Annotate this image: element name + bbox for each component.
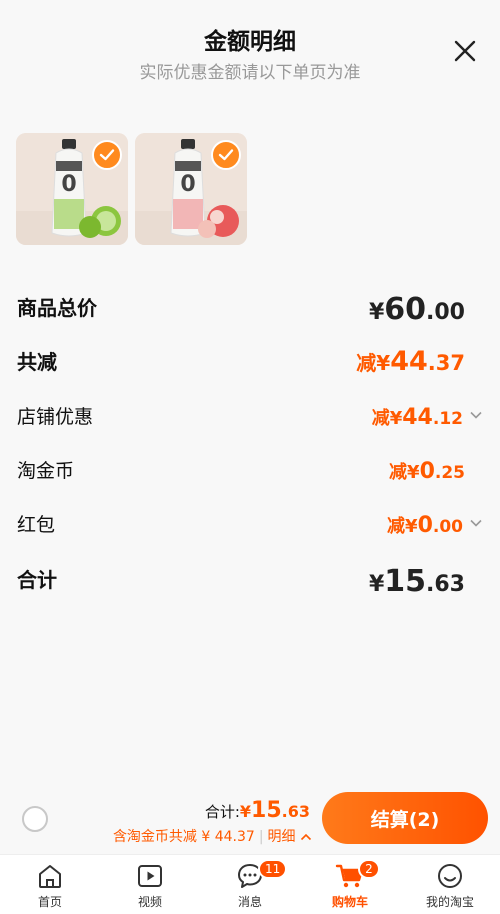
tab-my-taobao[interactable]: 我的淘宝 — [400, 855, 500, 914]
tab-cart[interactable]: 购物车 2 — [300, 855, 400, 914]
tab-messages[interactable]: 消息 11 — [200, 855, 300, 914]
bottom-total: 合计:¥15.63 — [204, 798, 310, 823]
row-taojinbi: 淘金币 减¥0.25 — [17, 456, 483, 486]
total-discount-value: 减¥44.37 — [356, 346, 465, 377]
message-badge: 11 — [258, 859, 288, 879]
checkout-button[interactable]: 结算(2) — [322, 792, 488, 844]
select-all-radio[interactable] — [22, 806, 48, 832]
amount-detail-sheet: 金额明细 实际优惠金额请以下单页为准 0 0 商品总价 ¥60.00 共减 减¥… — [0, 0, 500, 790]
row-subtotal: 合计 ¥15.63 — [17, 564, 483, 599]
bottom-discount: 含淘金币共减 ¥ 44.37 | 明细 — [113, 826, 312, 846]
discount-text: 含淘金币共减 ¥ 44.37 — [112, 829, 255, 845]
chevron-down-icon[interactable] — [469, 516, 483, 530]
goods-total-value: ¥60.00 — [368, 292, 465, 327]
taojinbi-value: 减¥0.25 — [389, 459, 465, 484]
chevron-up-icon — [300, 833, 312, 841]
shop-discount-value: 减¥44.12 — [371, 405, 463, 430]
subtotal-label: 合计 — [17, 568, 57, 592]
row-hongbao[interactable]: 红包 减¥0.00 — [17, 510, 483, 540]
tab-home[interactable]: 首页 — [0, 855, 100, 914]
sheet-subtitle: 实际优惠金额请以下单页为准 — [139, 63, 361, 83]
chevron-down-icon[interactable] — [469, 408, 483, 422]
row-total-discount: 共减 减¥44.37 — [17, 346, 483, 377]
home-icon — [39, 865, 61, 888]
tab-bar: 首页 视频 消息 11 购物车 2 我的淘宝 — [0, 854, 500, 914]
checkout-bar: 合计:¥15.63 含淘金币共减 ¥ 44.37 | 明细 结算(2) — [0, 790, 500, 854]
shop-discount-label: 店铺优惠 — [17, 406, 94, 428]
product-thumb-lime[interactable]: 0 — [16, 133, 128, 245]
hongbao-value: 减¥0.00 — [387, 513, 463, 538]
svg-text:0: 0 — [61, 172, 76, 197]
goods-total-label: 商品总价 — [17, 296, 97, 320]
hongbao-label: 红包 — [17, 514, 56, 536]
profile-icon — [438, 864, 462, 888]
selected-check-icon[interactable] — [211, 140, 241, 170]
video-icon — [138, 865, 162, 887]
detail-toggle[interactable]: 明细 — [268, 829, 312, 845]
cart-badge: 2 — [358, 859, 380, 879]
sheet-title: 金额明细 — [204, 29, 296, 55]
subtotal-value: ¥15.63 — [368, 564, 465, 599]
selected-check-icon[interactable] — [92, 140, 122, 170]
close-icon[interactable] — [450, 36, 480, 66]
row-goods-total: 商品总价 ¥60.00 — [17, 292, 483, 327]
svg-text:0: 0 — [180, 172, 195, 197]
total-discount-label: 共减 — [17, 350, 57, 374]
selected-products: 0 0 — [16, 133, 247, 245]
product-thumb-peach[interactable]: 0 — [135, 133, 247, 245]
tab-video[interactable]: 视频 — [100, 855, 200, 914]
row-shop-discount[interactable]: 店铺优惠 减¥44.12 — [17, 402, 483, 432]
taojinbi-label: 淘金币 — [17, 460, 75, 482]
